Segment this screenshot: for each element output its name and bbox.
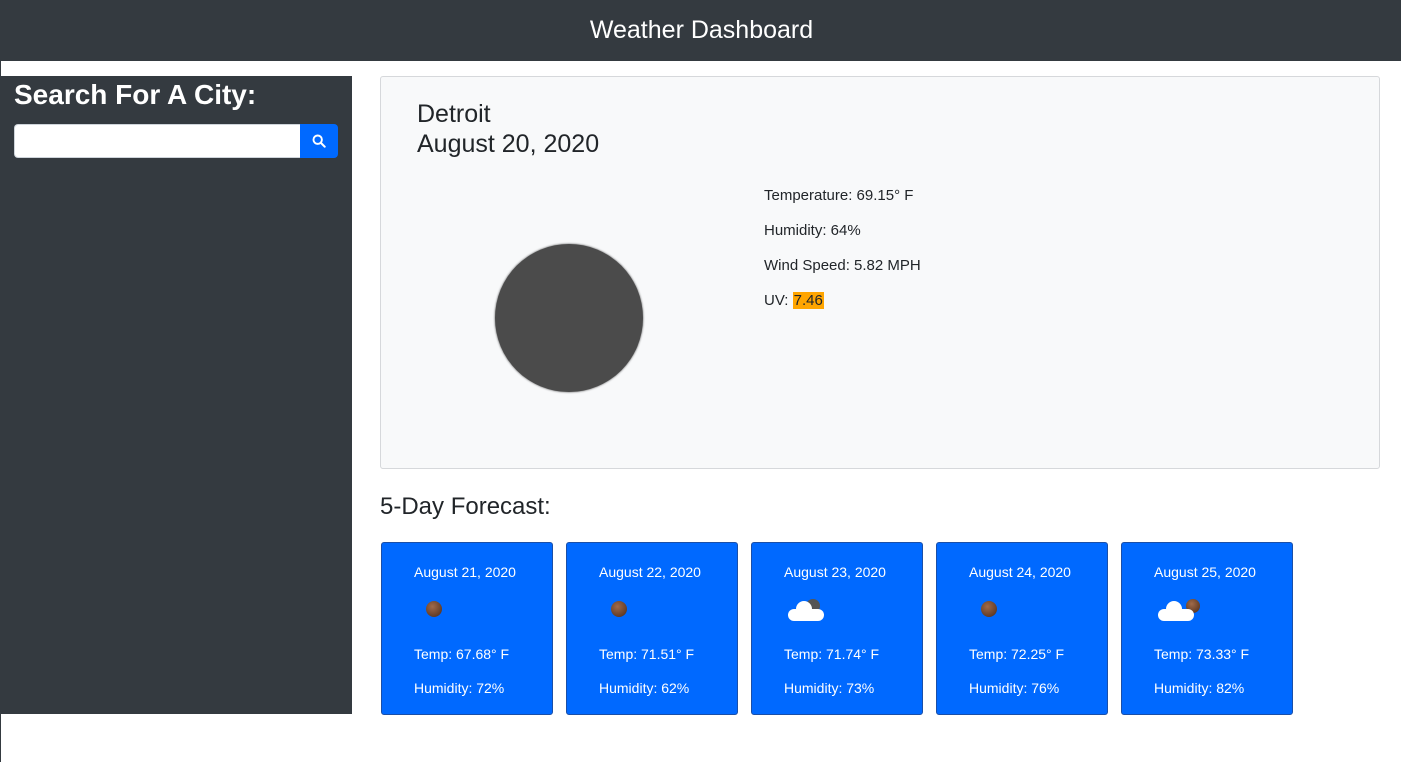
forecast-card: August 23, 2020 Temp: 71.74° F Humidity:… (751, 542, 923, 715)
forecast-row: August 21, 2020 Temp: 67.68° F Humidity:… (381, 542, 1306, 715)
current-weather-card: Detroit August 20, 2020 Temperature: 69.… (380, 76, 1380, 469)
forecast-icon-wrap (784, 591, 890, 631)
forecast-date: August 22, 2020 (599, 564, 701, 580)
current-date: August 20, 2020 (417, 130, 600, 158)
forecast-card: August 25, 2020 Temp: 73.33° F Humidity:… (1121, 542, 1293, 715)
forecast-temp: Temp: 73.33° F (1154, 646, 1250, 662)
page: Weather Dashboard Search For A City: Det… (0, 0, 1401, 762)
forecast-humidity: Humidity: 76% (969, 680, 1060, 696)
uv-label: UV: (764, 292, 793, 309)
forecast-icon-wrap (599, 591, 705, 631)
forecast-card: August 24, 2020 Temp: 72.25° F Humidity:… (936, 542, 1108, 715)
temperature-stat: Temperature: 69.15° F (764, 187, 914, 204)
search-button[interactable] (300, 124, 338, 158)
forecast-date: August 24, 2020 (969, 564, 1071, 580)
forecast-card: August 21, 2020 Temp: 67.68° F Humidity:… (381, 542, 553, 715)
current-stats: Temperature: 69.15° F Humidity: 64% Wind… (764, 187, 921, 327)
forecast-temp: Temp: 71.74° F (784, 646, 880, 662)
forecast-humidity: Humidity: 82% (1154, 680, 1245, 696)
dark-circle-weather-icon (495, 244, 643, 392)
forecast-heading: 5-Day Forecast: (380, 493, 551, 520)
cloud-icon-base (1158, 609, 1194, 621)
page-title: Weather Dashboard (589, 16, 814, 44)
sidebar: Search For A City: (1, 76, 352, 714)
forecast-icon-wrap (414, 591, 520, 631)
forecast-icon-wrap (1154, 591, 1260, 631)
city-name: Detroit (417, 100, 491, 128)
search-heading: Search For A City: (14, 79, 257, 110)
cloud-icon-base (788, 609, 824, 621)
forecast-humidity: Humidity: 73% (784, 680, 875, 696)
clear-ball-icon (426, 601, 442, 617)
humidity-stat: Humidity: 64% (764, 222, 861, 239)
forecast-icon-wrap (969, 591, 1075, 631)
cloud-icon (788, 599, 826, 621)
search-icon (312, 134, 326, 148)
wind-speed-stat: Wind Speed: 5.82 MPH (764, 257, 921, 274)
search-row (14, 124, 339, 158)
partly-cloudy-icon (1158, 599, 1200, 621)
forecast-temp: Temp: 71.51° F (599, 646, 695, 662)
clear-ball-icon (981, 601, 997, 617)
search-input[interactable] (14, 124, 300, 158)
app-header: Weather Dashboard (1, 0, 1401, 61)
forecast-temp: Temp: 72.25° F (969, 646, 1065, 662)
forecast-date: August 21, 2020 (414, 564, 516, 580)
forecast-card: August 22, 2020 Temp: 71.51° F Humidity:… (566, 542, 738, 715)
forecast-date: August 23, 2020 (784, 564, 886, 580)
forecast-temp: Temp: 67.68° F (414, 646, 510, 662)
clear-ball-icon (611, 601, 627, 617)
forecast-humidity: Humidity: 72% (414, 680, 505, 696)
uv-value-badge: 7.46 (792, 292, 824, 309)
forecast-humidity: Humidity: 62% (599, 680, 690, 696)
forecast-date: August 25, 2020 (1154, 564, 1256, 580)
uv-stat: UV: 7.46 (764, 292, 921, 327)
